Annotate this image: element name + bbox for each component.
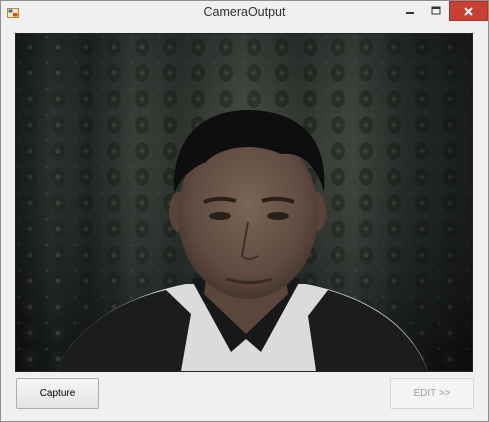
minimize-icon	[406, 12, 414, 14]
webcam-feed-image	[16, 34, 472, 371]
close-icon	[464, 6, 473, 16]
close-button[interactable]	[449, 1, 488, 21]
camera-feed	[15, 33, 473, 372]
minimize-button[interactable]	[397, 1, 423, 21]
maximize-button[interactable]	[423, 1, 449, 21]
title-bar[interactable]: CameraOutput	[1, 1, 488, 27]
camera-output-window: CameraOutput Capture EDIT >>	[0, 0, 489, 422]
capture-button[interactable]: Capture	[16, 378, 99, 409]
maximize-icon	[431, 6, 441, 15]
client-area: Capture EDIT >>	[8, 27, 481, 416]
edit-button[interactable]: EDIT >>	[390, 378, 474, 409]
